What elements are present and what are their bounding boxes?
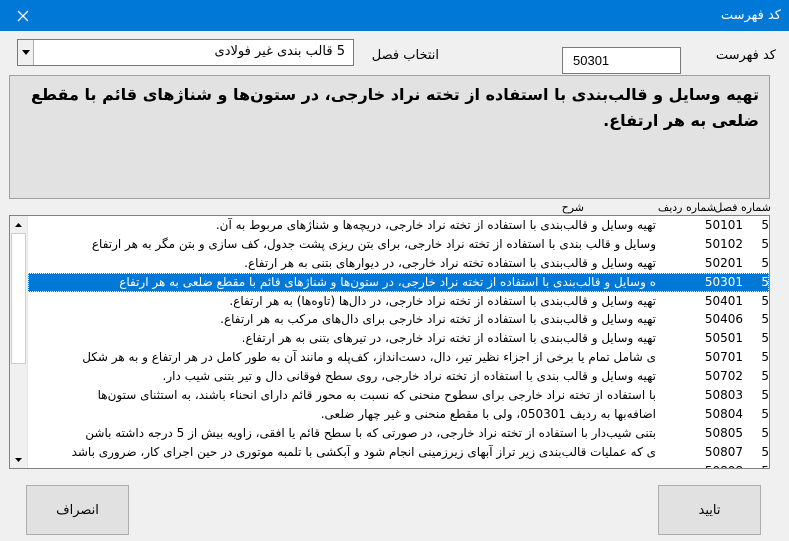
list-rows: 5 50101 تهیه وسایل و قالب‌بندی با استفاده … xyxy=(28,216,769,468)
list-item[interactable]: 5 50201 تهیه وسایل و قالب‌بندی با استفاده … xyxy=(28,254,769,273)
list-item-chapter: 5 xyxy=(761,236,769,251)
list-item-chapter: 5 xyxy=(761,369,769,384)
list-item-chapter: 5 xyxy=(761,274,769,289)
list-item[interactable]: 5 50401 تهیه وسایل و قالب‌بندی با استفاده … xyxy=(28,292,769,311)
list-item-code: 50102 xyxy=(704,236,743,251)
list-item-code: 50701 xyxy=(704,350,743,365)
list-item-code: 50808 xyxy=(663,464,743,468)
code-input[interactable] xyxy=(562,47,681,74)
list-item-description: اضافه‌بها به ردیف 050301، ولی با مقطع من… xyxy=(320,406,656,421)
list-item-chapter: 5 xyxy=(753,464,769,468)
list-item[interactable]: 5 50807 ی که عملیات قالب‌بندی زیر تراز آبه… xyxy=(28,443,769,462)
list-vertical-scrollbar[interactable] xyxy=(10,216,28,468)
list-item-chapter: 5 xyxy=(761,388,769,403)
chapter-select[interactable]: 5 قالب بندی غیر فولادی xyxy=(17,39,354,66)
scroll-up-arrow-icon xyxy=(15,222,22,227)
list-item-code: 50807 xyxy=(704,444,743,459)
list-item-description: ی شامل تمام یا برخی از اجزاء نظیر تیر، د… xyxy=(82,350,656,365)
list-item-code: 50401 xyxy=(704,293,743,308)
list-item[interactable]: 5 50501 تهیه وسایل و قالب‌بندی با استفاده … xyxy=(28,329,769,348)
list-item-description: با استفاده از تخته نراد خارجی برای سطوح … xyxy=(97,388,656,403)
list-item-description: وسایل و قالب بندی با استفاده از تخته نرا… xyxy=(91,236,656,251)
list-item-description: تهیه وسایل و قالب‌بندی با استفاده از تخت… xyxy=(215,218,656,232)
list-item-description: تهیه وسایل و قالب‌بندی با استفاده از تخت… xyxy=(229,293,656,308)
list-item-chapter: 5 xyxy=(761,293,769,308)
list-item-description: تهیه وسایل و قالب‌بندی با استفاده از تخت… xyxy=(220,312,656,327)
confirm-button[interactable]: تایید xyxy=(658,485,761,535)
list-item-code: 50805 xyxy=(704,425,743,440)
list-item[interactable]: 5 50702 تهیه وسایل و قالب بندی با استفاده … xyxy=(28,367,769,386)
description-box: تهیه وسایل و قالب‌بندی با استفاده از تخت… xyxy=(9,75,770,199)
list-item-code: 50702 xyxy=(704,369,743,384)
chapter-select-value: 5 قالب بندی غیر فولادی xyxy=(214,44,345,59)
list-item-code: 50804 xyxy=(704,406,743,421)
scroll-thumb[interactable] xyxy=(11,233,26,364)
scroll-down-arrow-icon xyxy=(15,457,22,462)
list-item-code: 50301 xyxy=(704,274,743,289)
cancel-button[interactable]: انصراف xyxy=(26,485,129,535)
list-item-chapter: 5 xyxy=(761,406,769,421)
list-item-chapter: 5 xyxy=(761,312,769,327)
scroll-up-button[interactable] xyxy=(10,216,27,233)
chapter-label: انتخاب فصل xyxy=(371,48,439,63)
items-list[interactable]: 5 50101 تهیه وسایل و قالب‌بندی با استفاده … xyxy=(9,215,770,469)
list-item-description: ی که عملیات قالب‌بندی زیر تراز آبهای زیر… xyxy=(71,444,656,459)
chapter-select-dropdown-button[interactable] xyxy=(18,40,34,65)
code-label: کد فهرست xyxy=(715,48,776,63)
list-item-chapter: 5 xyxy=(761,425,769,440)
list-item-chapter: 5 xyxy=(761,331,769,346)
close-button[interactable] xyxy=(0,0,46,31)
list-item-code: 50803 xyxy=(704,388,743,403)
list-item-code: 50501 xyxy=(704,331,743,346)
list-item[interactable]: 5 50406 تهیه وسایل و قالب‌بندی با استفاده … xyxy=(28,310,769,329)
list-item[interactable]: 5 50805 بتنی شیب‌دار با استفاده از تخته نر… xyxy=(28,424,769,443)
list-item[interactable]: 5 50701 ی شامل تمام یا برخی از اجزاء نظیر … xyxy=(28,348,769,367)
list-item-code: 50101 xyxy=(704,218,743,232)
column-header-description: شرح xyxy=(561,201,584,214)
list-item[interactable]: 5 50102 وسایل و قالب بندی با استفاده از تخ… xyxy=(28,235,769,254)
list-item-chapter: 5 xyxy=(761,255,769,270)
list-item-description: تهیه وسایل و قالب بندی با استفاده از تخت… xyxy=(162,369,656,384)
list-item-description: تهیه وسایل و قالب‌بندی با استفاده از تخت… xyxy=(241,331,656,346)
list-item[interactable]: 5 50301 ه وسایل و قالب‌بندی با استفاده از … xyxy=(28,272,769,292)
list-item[interactable]: 5 50808 xyxy=(28,462,769,468)
list-item[interactable]: 5 50101 تهیه وسایل و قالب‌بندی با استفاده … xyxy=(28,216,769,235)
list-item-code: 50201 xyxy=(704,255,743,270)
list-item-chapter: 5 xyxy=(761,218,769,232)
list-item[interactable]: 5 50804 اضافه‌بها به ردیف 050301، ولی با م… xyxy=(28,405,769,424)
scroll-down-button[interactable] xyxy=(10,451,27,468)
list-item-chapter: 5 xyxy=(761,444,769,459)
list-item[interactable]: 5 50803 با استفاده از تخته نراد خارجی برای… xyxy=(28,386,769,405)
list-item-description: تهیه وسایل و قالب‌بندی با استفاده تخته ن… xyxy=(244,255,656,270)
column-header-chapter: شماره فصل xyxy=(714,201,771,214)
list-item-code: 50406 xyxy=(704,312,743,327)
chevron-down-icon xyxy=(21,50,30,55)
list-item-description: بتنی شیب‌دار با استفاده از تخته نراد خار… xyxy=(85,425,656,440)
title-bar: کد فهرست xyxy=(0,0,789,31)
close-icon xyxy=(17,10,29,21)
column-header-row-number: شماره ردیف xyxy=(657,201,716,214)
list-item-chapter: 5 xyxy=(761,350,769,365)
window-title: کد فهرست xyxy=(720,8,781,23)
list-item-description: ه وسایل و قالب‌بندی با استفاده از تخته ن… xyxy=(119,274,656,289)
